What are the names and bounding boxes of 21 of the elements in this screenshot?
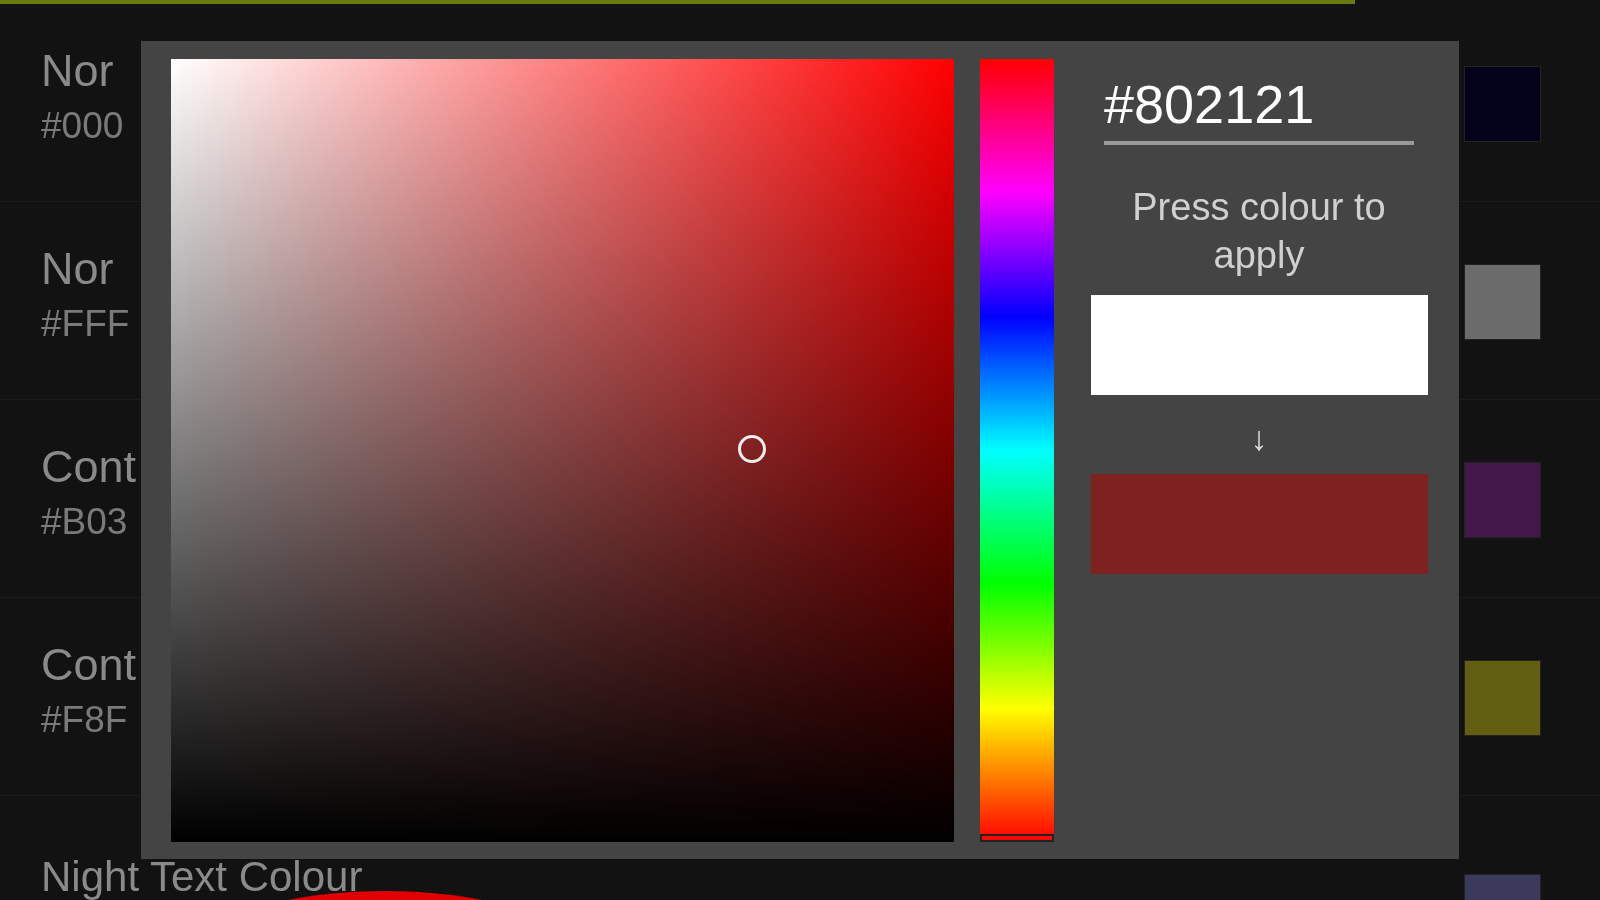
picker-cursor[interactable] bbox=[738, 434, 767, 463]
setting-value: #B03 bbox=[41, 500, 129, 544]
colour-swatch[interactable] bbox=[1464, 66, 1541, 142]
hue-slider[interactable] bbox=[980, 59, 1054, 842]
hue-thumb[interactable] bbox=[980, 834, 1054, 842]
saturation-value-square[interactable] bbox=[171, 59, 954, 842]
setting-label: Cont bbox=[41, 640, 137, 690]
hint-text: Press colour to apply bbox=[1131, 185, 1387, 278]
colour-swatch[interactable] bbox=[1464, 660, 1541, 736]
hex-input-field[interactable]: #802121 bbox=[1104, 73, 1414, 145]
setting-value: #000 bbox=[41, 104, 124, 148]
setting-value: #F8F bbox=[41, 698, 129, 742]
setting-label: Nor bbox=[41, 46, 115, 96]
old-colour-swatch[interactable] bbox=[1090, 295, 1428, 395]
colour-swatch[interactable] bbox=[1464, 462, 1541, 538]
setting-value: #FFF bbox=[41, 302, 130, 346]
new-colour-swatch[interactable] bbox=[1090, 474, 1428, 574]
setting-label: Nor bbox=[41, 244, 115, 294]
arrow-icon: ↓ bbox=[1250, 419, 1268, 458]
colour-swatch[interactable] bbox=[1464, 264, 1541, 340]
setting-label: Cont bbox=[41, 442, 137, 492]
